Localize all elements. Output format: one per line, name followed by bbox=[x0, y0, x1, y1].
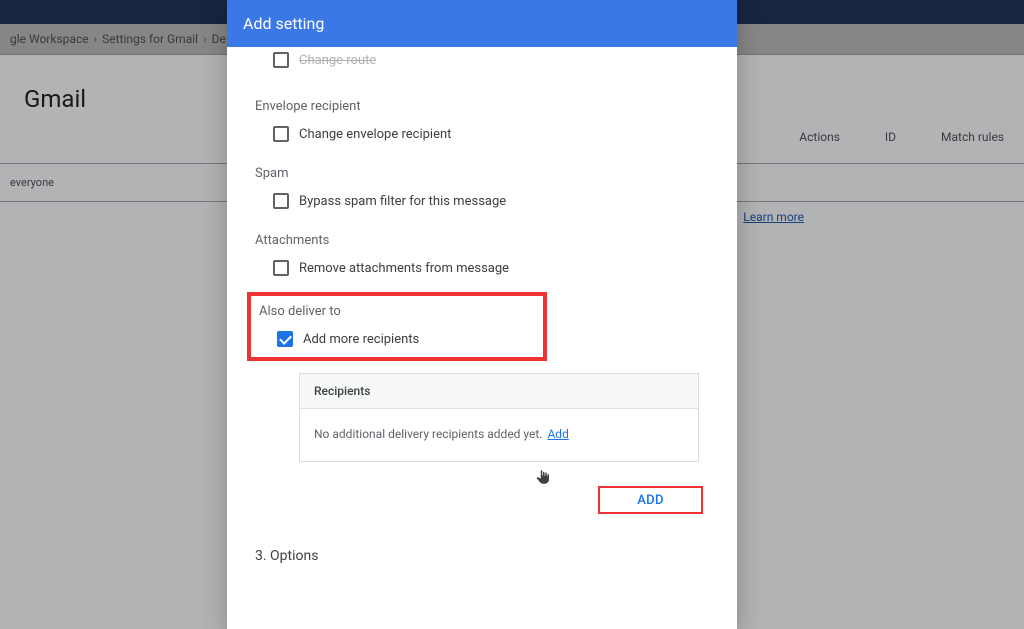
bypass-spam-checkbox[interactable] bbox=[273, 193, 289, 209]
spam-section: Spam Bypass spam filter for this message bbox=[255, 166, 717, 209]
add-more-recipients-checkbox[interactable] bbox=[277, 331, 293, 347]
add-button[interactable]: ADD bbox=[637, 493, 664, 508]
envelope-section-label: Envelope recipient bbox=[255, 99, 717, 114]
add-button-highlight: ADD bbox=[598, 486, 703, 514]
change-route-row: Change route bbox=[255, 47, 717, 74]
recipients-empty-text: No additional delivery recipients added … bbox=[314, 427, 542, 441]
add-more-recipients-label: Add more recipients bbox=[303, 332, 419, 347]
envelope-section: Envelope recipient Change envelope recip… bbox=[255, 99, 717, 142]
also-deliver-section-highlight: Also deliver to Add more recipients bbox=[247, 292, 547, 361]
add-recipient-link[interactable]: Add bbox=[547, 427, 568, 441]
change-envelope-label: Change envelope recipient bbox=[299, 127, 451, 142]
modal-title: Add setting bbox=[227, 0, 737, 47]
also-deliver-section-label: Also deliver to bbox=[259, 304, 539, 319]
change-route-checkbox[interactable] bbox=[273, 52, 289, 68]
add-setting-modal: Add setting Change route Envelope recipi… bbox=[227, 0, 737, 629]
spam-section-label: Spam bbox=[255, 166, 717, 181]
recipients-header: Recipients bbox=[300, 374, 698, 409]
change-route-label: Change route bbox=[299, 53, 376, 68]
options-step-heading: 3. Options bbox=[255, 548, 717, 564]
recipients-panel: Recipients No additional delivery recipi… bbox=[299, 373, 699, 462]
change-envelope-checkbox[interactable] bbox=[273, 126, 289, 142]
remove-attachments-label: Remove attachments from message bbox=[299, 261, 509, 276]
attachments-section: Attachments Remove attachments from mess… bbox=[255, 233, 717, 276]
attachments-section-label: Attachments bbox=[255, 233, 717, 248]
recipients-body: No additional delivery recipients added … bbox=[300, 409, 698, 461]
bypass-spam-label: Bypass spam filter for this message bbox=[299, 194, 506, 209]
remove-attachments-checkbox[interactable] bbox=[273, 260, 289, 276]
